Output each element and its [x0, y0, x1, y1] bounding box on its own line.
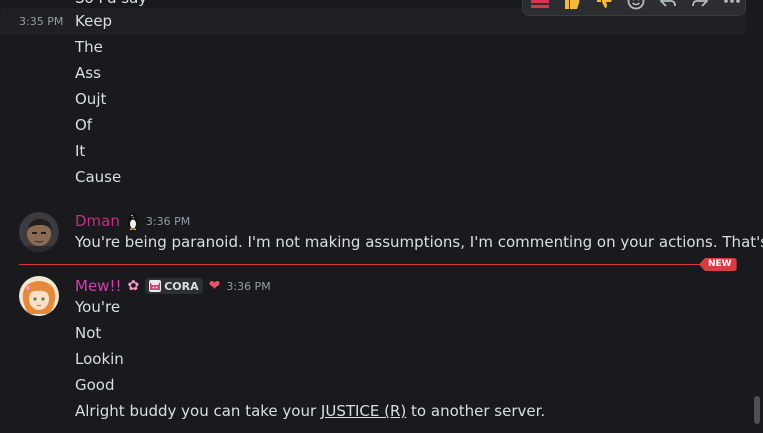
new-badge: NEW: [699, 258, 737, 271]
flower-icon: ✿: [127, 278, 140, 294]
mew-message-last-line: Alright buddy you can take your JUSTICE …: [75, 401, 545, 421]
chat-message-list: So I'd say 3:35 PM Keep The Ass Oujt Of …: [0, 0, 763, 433]
mew-message-prefix: Alright buddy you can take your: [75, 402, 321, 420]
mew-header: Mew!! ✿ CORA ❤ 3:36 PM: [75, 276, 271, 296]
message-line: The: [75, 38, 103, 56]
message-line: Ass: [75, 64, 101, 82]
message-line: Oujt: [75, 90, 107, 108]
add-reaction-icon[interactable]: [625, 0, 647, 12]
dman-timestamp[interactable]: 3:36 PM: [146, 215, 190, 228]
message-action-toolbar: [522, 0, 746, 16]
message-line: Of: [75, 116, 93, 134]
server-tag-badge[interactable]: CORA: [145, 278, 203, 294]
message-line: It: [75, 142, 86, 160]
penguin-icon: [126, 212, 140, 230]
thumbs-down-icon[interactable]: [593, 0, 615, 12]
dman-header: Dman 3:36 PM: [75, 211, 190, 231]
reply-icon[interactable]: [657, 0, 679, 12]
message-line: Keep: [75, 12, 113, 30]
mew-message-line: Not: [75, 324, 102, 342]
new-messages-divider: [19, 264, 733, 265]
justice-link[interactable]: JUSTICE (R): [321, 402, 406, 420]
message-line: Cause: [75, 168, 122, 186]
dman-message-text: You're being paranoid. I'm not making as…: [75, 233, 763, 251]
fire-reaction-icon[interactable]: [529, 0, 551, 12]
message-text-cutoff: So I'd say: [75, 0, 147, 8]
mew-avatar[interactable]: [19, 276, 59, 316]
hover-timestamp[interactable]: 3:35 PM: [19, 15, 63, 28]
forward-icon[interactable]: [689, 0, 711, 12]
thumbs-up-icon[interactable]: [561, 0, 583, 12]
mew-username[interactable]: Mew!!: [75, 277, 121, 295]
mew-message-line: Good: [75, 376, 115, 394]
cat-icon: [149, 280, 162, 292]
dman-username[interactable]: Dman: [75, 212, 120, 230]
mew-timestamp[interactable]: 3:36 PM: [226, 280, 270, 293]
mew-message-suffix: to another server.: [406, 402, 546, 420]
server-tag-label: CORA: [164, 279, 199, 293]
scrollbar-thumb[interactable]: [754, 396, 760, 424]
mew-message-line: Lookin: [75, 350, 124, 368]
heart-icon: ❤: [208, 278, 221, 294]
mew-message-line: You're: [75, 298, 121, 316]
dman-avatar[interactable]: [19, 212, 59, 252]
more-icon[interactable]: [721, 0, 743, 12]
